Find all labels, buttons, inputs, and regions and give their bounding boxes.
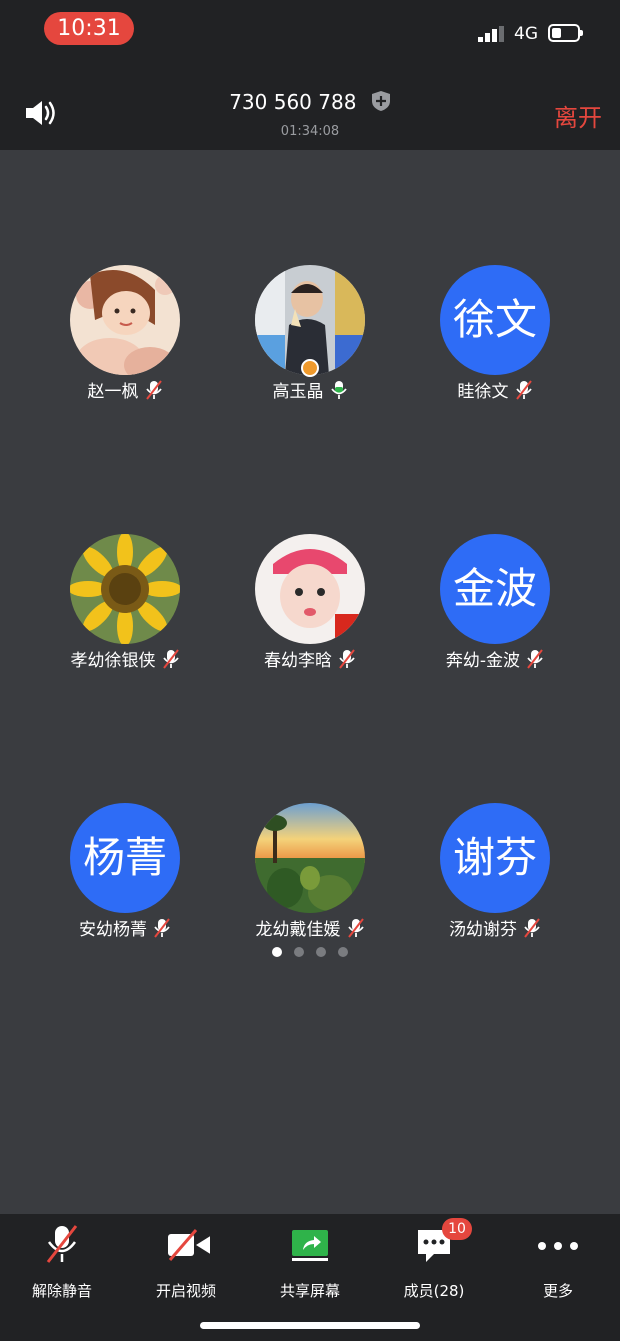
mic-on-icon: [330, 381, 347, 399]
mic-muted-icon: [347, 918, 364, 938]
more-icon: [538, 1242, 578, 1250]
members-badge: 10: [442, 1218, 472, 1240]
unmute-button[interactable]: 解除静音: [0, 1224, 124, 1304]
leave-button[interactable]: 离开: [554, 98, 602, 133]
mic-muted-icon: [339, 649, 355, 669]
participant-avatar: [70, 534, 180, 644]
participant-name: 龙幼戴佳媛: [255, 920, 341, 940]
share-screen-label: 共享屏幕: [279, 1282, 340, 1300]
participant-name: 安幼杨菁: [79, 920, 147, 940]
participant-name-row: 春幼李晗: [210, 646, 410, 671]
participant-name-row: 龙幼戴佳媛: [210, 915, 410, 940]
more-button[interactable]: 更多: [496, 1224, 620, 1304]
participant-tile[interactable]: 谢芬 汤幼谢芬: [395, 803, 595, 953]
mic-muted-icon: [145, 380, 162, 400]
mic-muted-icon: [154, 918, 170, 938]
page-dot[interactable]: [338, 947, 348, 957]
start-video-button[interactable]: 开启视频: [124, 1224, 248, 1304]
mic-muted-icon: [46, 1225, 78, 1263]
participant-tile[interactable]: 金波 奔幼-金波: [395, 534, 595, 684]
participant-name-row: 赵一枫: [25, 377, 225, 402]
participant-name-row: 眭徐文: [395, 377, 595, 402]
participant-tile[interactable]: 孝幼徐银侠: [25, 534, 225, 684]
participant-tile[interactable]: 春幼李晗: [210, 534, 410, 684]
participant-tile[interactable]: 高玉晶: [210, 265, 410, 415]
mic-muted-icon: [162, 649, 179, 669]
participant-name: 奔幼-金波: [445, 651, 521, 671]
participant-name-row: 奔幼-金波: [395, 646, 595, 671]
more-label: 更多: [542, 1282, 573, 1300]
participant-avatar: 金波: [440, 534, 550, 644]
participant-name-row: 汤幼谢芬: [395, 915, 595, 940]
page-indicator[interactable]: [0, 942, 620, 961]
share-screen-button[interactable]: 共享屏幕: [248, 1224, 372, 1304]
page-dot[interactable]: [294, 947, 304, 957]
participant-tile[interactable]: 徐文 眭徐文: [395, 265, 595, 415]
participant-tile[interactable]: 杨菁 安幼杨菁: [25, 803, 225, 953]
participant-name-row: 高玉晶: [210, 377, 410, 402]
participant-name: 孝幼徐银侠: [70, 651, 156, 671]
participant-avatar: [255, 534, 365, 644]
participant-name-row: 安幼杨菁: [25, 915, 225, 940]
home-indicator[interactable]: [200, 1322, 420, 1329]
start-video-label: 开启视频: [155, 1282, 216, 1300]
participant-avatar: 谢芬: [440, 803, 550, 913]
participant-name-row: 孝幼徐银侠: [25, 646, 225, 671]
signal-strength-icon: [478, 26, 504, 42]
mic-muted-icon: [515, 380, 532, 400]
host-icon: [301, 359, 319, 377]
participant-tile[interactable]: 龙幼戴佳媛: [210, 803, 410, 953]
participant-name: 赵一枫: [87, 382, 139, 402]
participant-name: 眭徐文: [457, 382, 509, 402]
mic-muted-icon: [527, 649, 543, 669]
network-type: 4G: [514, 24, 538, 44]
members-label: 成员(28): [403, 1282, 465, 1300]
unmute-label: 解除静音: [31, 1282, 92, 1300]
meeting-duration: 01:34:08: [280, 124, 340, 139]
video-off-icon: [168, 1229, 210, 1261]
share-screen-icon: [292, 1230, 328, 1261]
participant-name: 春幼李晗: [264, 651, 332, 671]
mic-muted-icon: [524, 918, 540, 938]
participant-name: 汤幼谢芬: [449, 920, 517, 940]
meeting-header: 10:31 4G 730 560 788 01:34:08 离开: [0, 0, 620, 150]
participant-avatar: [70, 265, 180, 375]
battery-icon: [548, 24, 583, 42]
meeting-id-row[interactable]: 730 560 788: [0, 90, 620, 114]
meeting-id: 730 560 788: [229, 90, 357, 114]
participant-tile[interactable]: 赵一枫: [25, 265, 225, 415]
participant-avatar: 徐文: [440, 265, 550, 375]
status-time: 10:31: [44, 12, 134, 45]
participant-avatar: [255, 803, 365, 913]
shield-icon: [371, 91, 390, 111]
page-dot[interactable]: [272, 947, 282, 957]
participant-avatar: 杨菁: [70, 803, 180, 913]
participant-name: 高玉晶: [272, 382, 324, 402]
page-dot[interactable]: [316, 947, 326, 957]
members-button[interactable]: 10 成员(28): [372, 1218, 496, 1304]
